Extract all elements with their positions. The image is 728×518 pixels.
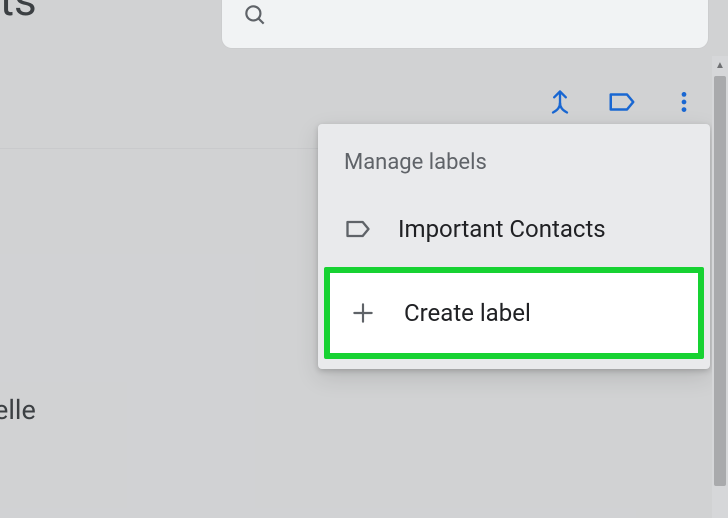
contact-list: y ris mpbelle [0,210,36,480]
menu-item-label: Create label [404,299,531,327]
list-item[interactable]: y [0,210,36,250]
search-icon [242,2,268,32]
more-icon[interactable] [668,86,700,118]
scrollbar-thumb[interactable] [714,76,726,486]
menu-header: Manage labels [318,144,710,197]
highlight-box: Create label [324,267,704,359]
search-bar[interactable] [222,0,708,48]
scrollbar-up-arrow[interactable]: ▲ [715,60,725,71]
list-item[interactable]: ris [0,300,36,340]
selection-toolbar [544,86,700,118]
list-item[interactable]: mpbelle [0,390,36,430]
create-label-button[interactable]: Create label [330,273,698,353]
page-title: ntacts [0,0,37,26]
label-icon[interactable] [606,86,638,118]
merge-icon[interactable] [544,86,576,118]
plus-icon [350,300,378,326]
labels-menu: Manage labels Important Contacts Create … [318,124,710,369]
label-outline-icon [344,215,372,243]
menu-item-label: Important Contacts [398,215,606,243]
label-item-important-contacts[interactable]: Important Contacts [318,197,710,261]
